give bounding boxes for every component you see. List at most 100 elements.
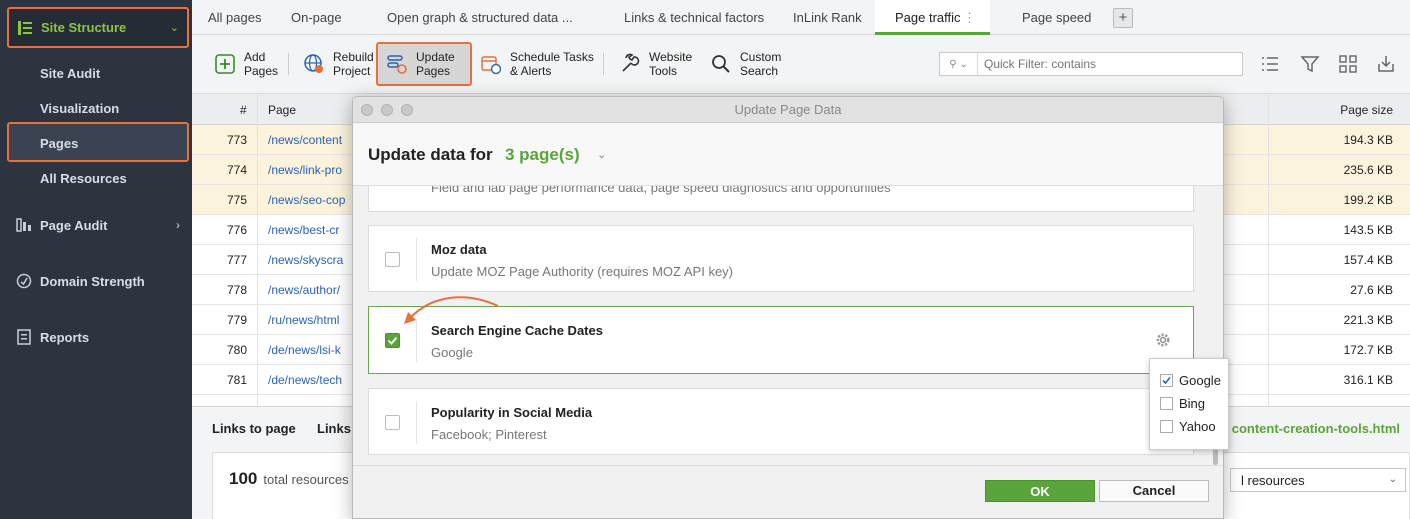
dialog-header: Update data for 3 page(s) ⌄ [353, 124, 1223, 186]
row-page-size: 157.4 KB [1343, 253, 1393, 267]
update-label-1: Update [416, 50, 455, 64]
tab-links-to-page[interactable]: Links to page [212, 421, 296, 436]
row-page-link[interactable]: /news/content [268, 133, 342, 147]
option-card-moz-data[interactable]: Moz data Update MOZ Page Authority (requ… [368, 225, 1194, 292]
chevron-down-icon[interactable]: ⌄ [597, 148, 606, 161]
add-icon [215, 54, 235, 74]
dialog-footer: OK Cancel [353, 465, 1223, 518]
toolbar: Add Pages Rebuild Project Update Pages Sche… [192, 35, 1410, 94]
gear-icon[interactable] [1154, 331, 1172, 349]
row-page-link[interactable]: /ru/news/html [268, 313, 339, 327]
minimize-window-button[interactable] [381, 104, 393, 116]
add-tab-button[interactable]: + [1113, 8, 1133, 28]
resource-type-value: l resources [1241, 473, 1305, 488]
maximize-window-button[interactable] [401, 104, 413, 116]
quick-filter-mode-dropdown[interactable]: ⚲ ⌄ [940, 53, 978, 75]
update-page-data-dialog: Update Page Data Update data for 3 page(… [352, 96, 1224, 519]
custom-search-label-1: Custom [740, 50, 782, 64]
quick-filter-input[interactable] [978, 57, 1238, 71]
option-description: Google [431, 345, 473, 360]
option-card-social-media[interactable]: Popularity in Social Media Facebook; Pin… [368, 388, 1194, 455]
sidebar-item-label: Reports [40, 329, 90, 345]
row-number: 777 [226, 253, 247, 267]
google-checkbox[interactable] [1160, 374, 1173, 387]
social-media-checkbox[interactable] [385, 415, 400, 430]
row-page-size: 172.7 KB [1343, 343, 1393, 357]
popup-option-label: Yahoo [1179, 419, 1216, 434]
custom-search-button[interactable]: Custom Search [710, 42, 781, 86]
page-audit-icon [16, 218, 31, 232]
sidebar-item-domain-strength[interactable]: Domain Strength [16, 273, 184, 289]
row-page-size: 27.6 KB [1350, 283, 1393, 297]
list-view-icon[interactable] [1260, 54, 1280, 74]
column-header-number[interactable]: # [240, 103, 247, 117]
option-description: Facebook; Pinterest [431, 427, 547, 442]
checkmark-icon [387, 336, 398, 345]
schedule-tasks-button[interactable]: Schedule Tasks & Alerts [480, 42, 594, 86]
bing-checkbox[interactable] [1160, 397, 1173, 410]
row-page-link[interactable]: /de/news/tech [268, 373, 342, 387]
checkbox-divider [416, 401, 417, 444]
tab-links[interactable]: Links [317, 421, 351, 436]
site-structure-icon [18, 20, 32, 35]
export-icon[interactable] [1376, 54, 1396, 74]
close-window-button[interactable] [361, 104, 373, 116]
tab-page-traffic[interactable]: Page traffic ⋮ [875, 0, 990, 35]
row-number: 780 [226, 343, 247, 357]
row-page-link[interactable]: /news/link-pro [268, 163, 342, 177]
column-header-page[interactable]: Page [268, 103, 296, 117]
resource-count-label: total resources [263, 472, 349, 487]
row-page-link[interactable]: /news/seo-cop [268, 193, 345, 207]
rebuild-project-button[interactable]: Rebuild Project [303, 42, 374, 86]
tab-on-page[interactable]: On-page [291, 0, 342, 35]
row-number: 774 [226, 163, 247, 177]
sidebar-item-pages[interactable]: Pages [40, 136, 78, 151]
tab-inlink-rank[interactable]: InLink Rank [793, 0, 862, 35]
column-divider [1268, 94, 1269, 406]
chevron-down-icon: ⌄ [1388, 474, 1397, 485]
popup-option-bing[interactable]: Bing [1160, 396, 1205, 411]
cancel-button[interactable]: Cancel [1099, 480, 1209, 502]
sidebar-header-label: Site Structure [41, 20, 127, 35]
sidebar-item-visualization[interactable]: Visualization [40, 101, 119, 116]
search-icon [712, 55, 730, 73]
column-header-page-size[interactable]: Page size [1340, 103, 1393, 117]
sidebar-item-page-audit[interactable]: Page Audit › [16, 217, 184, 233]
row-page-link[interactable]: /news/skyscra [268, 253, 343, 267]
row-page-size: 235.6 KB [1343, 163, 1393, 177]
moz-data-checkbox[interactable] [385, 252, 400, 267]
tab-all-pages[interactable]: All pages [208, 0, 261, 35]
search-engine-cache-checkbox[interactable] [385, 333, 400, 348]
popup-option-yahoo[interactable]: Yahoo [1160, 419, 1216, 434]
row-page-link[interactable]: /news/best-cr [268, 223, 339, 237]
popup-option-google[interactable]: Google [1160, 373, 1221, 388]
update-pages-button[interactable]: Update Pages [376, 42, 472, 86]
tab-page-speed[interactable]: Page speed [1022, 0, 1091, 35]
grid-view-icon[interactable] [1338, 54, 1358, 74]
ok-button[interactable]: OK [985, 480, 1095, 502]
sidebar-item-reports[interactable]: Reports [16, 329, 184, 345]
rebuild-label-2: Project [333, 64, 371, 78]
filter-icon[interactable] [1300, 54, 1320, 74]
calendar-clock-icon [481, 56, 502, 75]
yahoo-checkbox[interactable] [1160, 420, 1173, 433]
add-pages-button[interactable]: Add Pages [214, 42, 278, 86]
sidebar-header-site-structure[interactable]: Site Structure ⌄ [7, 7, 189, 48]
dialog-title-bar: Update Page Data [353, 97, 1223, 123]
more-vertical-icon[interactable]: ⋮ [963, 0, 976, 35]
resource-type-dropdown[interactable]: l resources ⌄ [1230, 468, 1406, 492]
option-title: Moz data [431, 242, 487, 257]
row-number: 779 [226, 313, 247, 327]
page-url-link[interactable]: content-creation-tools.html [1232, 421, 1400, 436]
website-tools-button[interactable]: Website Tools [619, 42, 692, 86]
website-tools-label-2: Tools [649, 64, 678, 78]
chevron-down-icon: ⌄ [959, 58, 968, 70]
sidebar-item-site-audit[interactable]: Site Audit [40, 66, 100, 81]
tab-open-graph[interactable]: Open graph & structured data ... [387, 0, 573, 35]
row-page-link[interactable]: /de/news/lsi-k [268, 343, 341, 357]
sidebar-item-label: Domain Strength [40, 273, 145, 289]
sidebar-item-all-resources[interactable]: All Resources [40, 171, 127, 186]
row-page-link[interactable]: /news/author/ [268, 283, 340, 297]
page-count-selector[interactable]: 3 page(s) [505, 145, 580, 165]
tab-links-technical[interactable]: Links & technical factors [624, 0, 764, 35]
